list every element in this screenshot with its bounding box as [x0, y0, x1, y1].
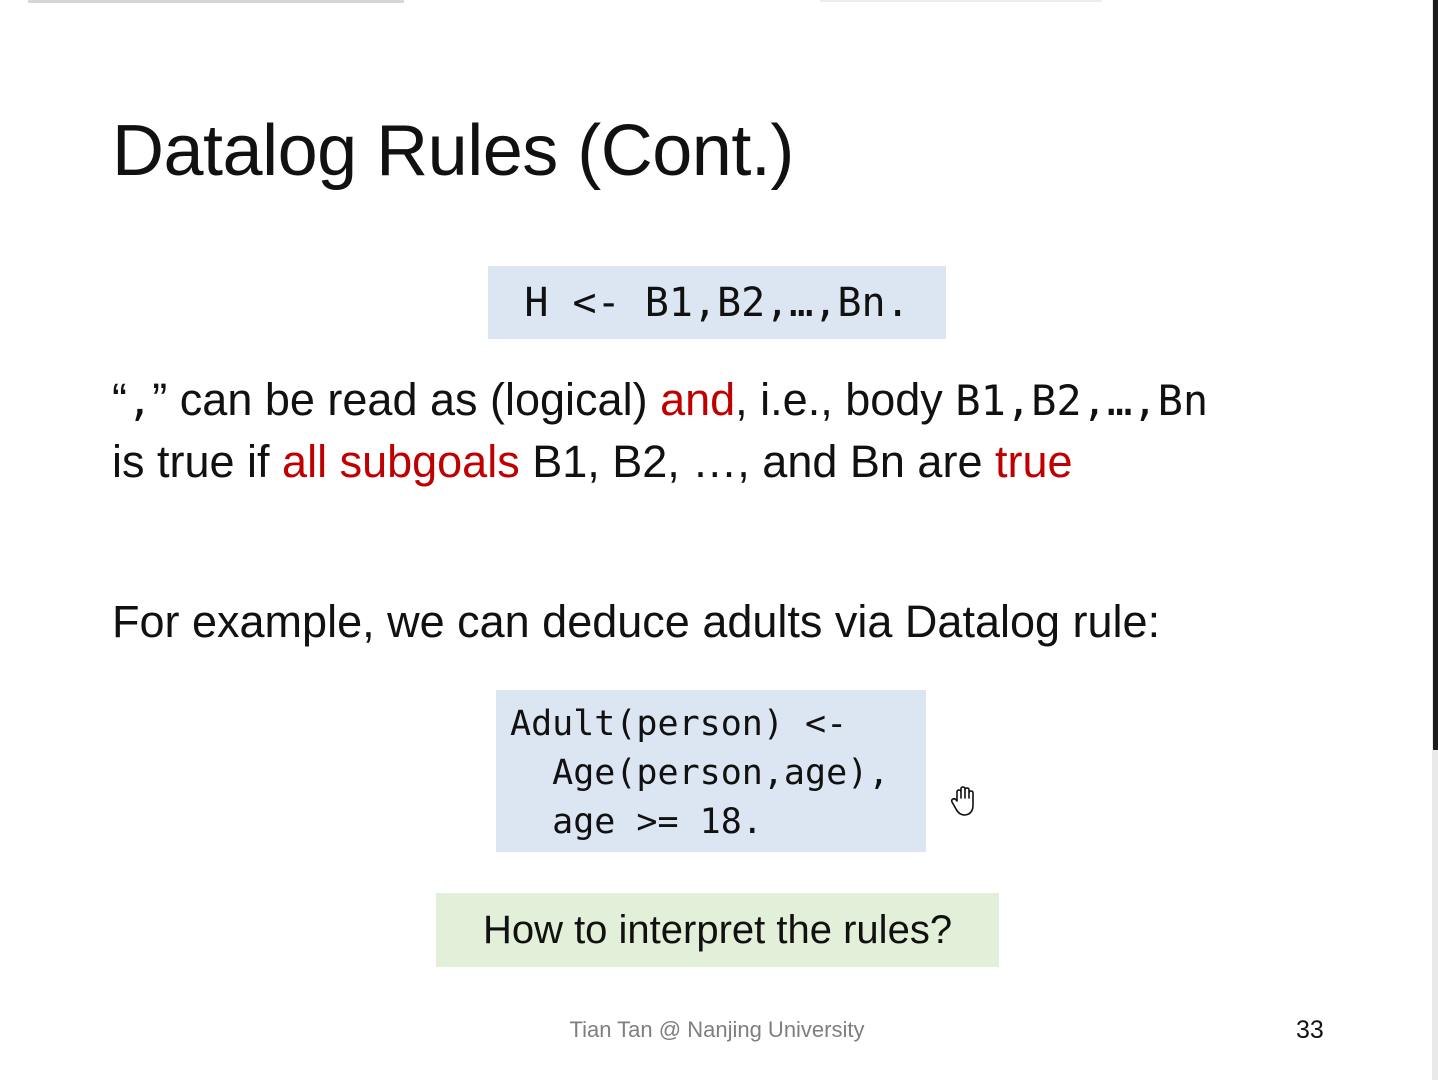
- example-code: Adult(person) <- Age(person,age), age >=…: [510, 700, 926, 847]
- question-box: How to interpret the rules?: [436, 893, 999, 967]
- footer-text: Tian Tan @ Nanjing University: [569, 1017, 865, 1042]
- explanation-text-3: is true if: [112, 436, 283, 487]
- open-quote: “: [112, 374, 127, 425]
- explanation-text-1: can be read as (logical): [167, 374, 661, 425]
- body-code: B1,B2,…,Bn: [955, 376, 1209, 425]
- explanation-text-4: B1, B2, …, and Bn are: [519, 436, 995, 487]
- explanation-line-2: is true if all subgoals B1, B2, …, and B…: [112, 432, 1402, 492]
- hand-grab-icon: [950, 786, 974, 816]
- top-tab-strip-left: [28, 0, 404, 3]
- example-code-box: Adult(person) <- Age(person,age), age >=…: [496, 690, 926, 852]
- explanation-text-2: , i.e., body: [735, 374, 956, 425]
- true-highlight: true: [994, 436, 1073, 487]
- scrollbar-thumb[interactable]: [1433, 0, 1438, 750]
- question-text: How to interpret the rules?: [482, 907, 953, 952]
- slide-footer: Tian Tan @ Nanjing University: [0, 1017, 1438, 1043]
- top-tab-strip-right: [820, 0, 1102, 2]
- example-intro: For example, we can deduce adults via Da…: [112, 596, 1161, 647]
- close-quote: ”: [152, 374, 168, 425]
- slide-title: Datalog Rules (Cont.): [112, 111, 794, 191]
- all-subgoals-highlight: all subgoals: [282, 436, 520, 487]
- code-line: Adult(person) <-: [510, 704, 848, 744]
- rule-form-code: H <- B1,B2,…,Bn.: [524, 279, 910, 326]
- and-keyword: and: [660, 374, 736, 425]
- comma-symbol: ,: [127, 376, 153, 425]
- rule-form-box: H <- B1,B2,…,Bn.: [488, 266, 946, 339]
- code-line: Age(person,age),: [510, 753, 890, 793]
- slide: Datalog Rules (Cont.) H <- B1,B2,…,Bn. “…: [0, 0, 1432, 1080]
- code-line: age >= 18.: [510, 802, 763, 842]
- explanation-line-1: “,” can be read as (logical) and, i.e., …: [112, 370, 1402, 431]
- page-number: 33: [1296, 1016, 1324, 1044]
